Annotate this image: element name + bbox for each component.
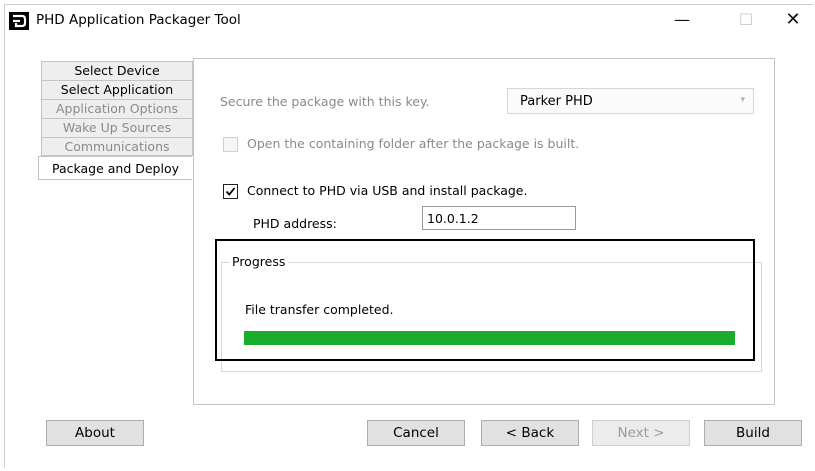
connect-usb-label[interactable]: Connect to PHD via USB and install packa…: [247, 183, 527, 198]
key-select[interactable]: Parker PHD ▾: [507, 88, 754, 114]
key-label: Secure the package with this key.: [220, 94, 430, 109]
progress-bar: [244, 331, 735, 345]
tab-select-device[interactable]: Select Device: [41, 61, 193, 80]
title-bar[interactable]: PHD Application Packager Tool — ☐ ✕: [5, 5, 814, 35]
tab-select-application[interactable]: Select Application: [41, 80, 193, 99]
minimize-button[interactable]: —: [660, 7, 704, 33]
progress-status-text: File transfer completed.: [245, 302, 394, 317]
key-select-value: Parker PHD: [520, 94, 593, 109]
open-folder-checkbox: [223, 137, 238, 152]
window-title: PHD Application Packager Tool: [36, 12, 241, 28]
progress-group: [221, 262, 762, 372]
open-folder-label: Open the containing folder after the pac…: [247, 136, 580, 151]
chevron-down-icon: ▾: [740, 95, 745, 105]
back-button[interactable]: < Back: [481, 420, 579, 446]
tab-wake-up-sources: Wake Up Sources: [41, 118, 193, 137]
cancel-button[interactable]: Cancel: [367, 420, 465, 446]
maximize-button[interactable]: ☐: [724, 7, 768, 33]
about-button[interactable]: About: [46, 420, 144, 446]
connect-usb-checkbox[interactable]: [223, 184, 238, 199]
package-deploy-panel: Secure the package with this key. Parker…: [193, 58, 775, 405]
wizard-steps-sidebar: Select Device Select Application Applica…: [38, 61, 193, 180]
tab-application-options: Application Options: [41, 99, 193, 118]
phd-logo-icon: [9, 12, 29, 30]
close-button[interactable]: ✕: [771, 7, 815, 33]
checkmark-icon: [225, 187, 236, 196]
phd-address-label: PHD address:: [253, 216, 337, 231]
tab-communications: Communications: [41, 137, 193, 156]
phd-address-input[interactable]: [422, 206, 576, 230]
next-button: Next >: [592, 420, 690, 446]
build-button[interactable]: Build: [704, 420, 802, 446]
tab-package-and-deploy[interactable]: Package and Deploy: [38, 156, 192, 180]
progress-bar-fill: [244, 331, 735, 345]
progress-legend: Progress: [229, 254, 289, 269]
